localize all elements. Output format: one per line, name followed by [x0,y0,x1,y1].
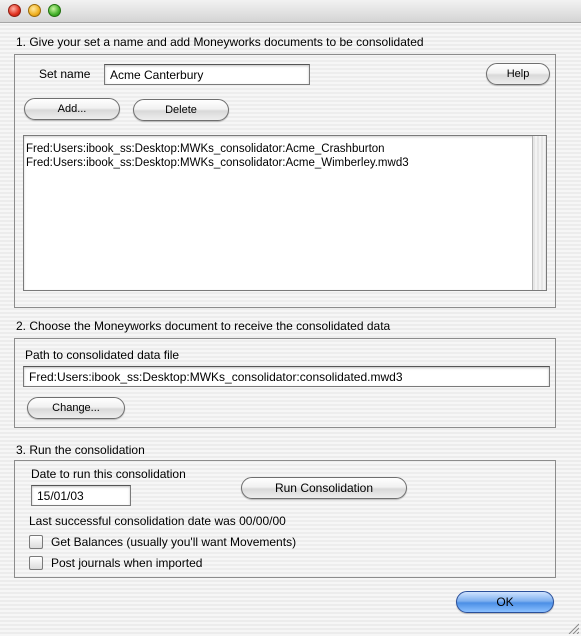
date-input[interactable] [31,485,131,506]
minimize-window-icon[interactable] [28,4,41,17]
path-input[interactable] [23,366,550,387]
add-document-button[interactable]: Add... [24,98,120,120]
get-balances-checkbox[interactable] [29,535,43,549]
title-bar [0,0,581,23]
set-name-input[interactable] [104,64,310,85]
post-journals-checkbox[interactable] [29,556,43,570]
post-journals-label: Post journals when imported [51,556,203,570]
help-button[interactable]: Help [486,63,550,85]
change-path-button[interactable]: Change... [27,397,125,419]
date-label: Date to run this consolidation [31,467,186,481]
ok-button[interactable]: OK [456,591,554,613]
run-consolidation-group: Date to run this consolidation Run Conso… [14,460,556,578]
close-window-icon[interactable] [8,4,21,17]
resize-grip-icon[interactable] [567,622,579,634]
get-balances-label: Get Balances (usually you'll want Moveme… [51,535,297,549]
section2-title: 2. Choose the Moneyworks document to rec… [16,319,391,333]
documents-group: Set name Help Add... Delete Fred:Users:i… [14,54,556,308]
section3-title: 3. Run the consolidation [16,443,145,457]
path-label: Path to consolidated data file [25,348,180,362]
get-balances-option[interactable]: Get Balances (usually you'll want Moveme… [29,535,296,549]
documents-list-rows: Fred:Users:ibook_ss:Desktop:MWKs_consoli… [26,142,530,170]
run-consolidation-button[interactable]: Run Consolidation [241,477,407,499]
list-item[interactable]: Fred:Users:ibook_ss:Desktop:MWKs_consoli… [26,142,530,156]
documents-list[interactable]: Fred:Users:ibook_ss:Desktop:MWKs_consoli… [23,135,547,291]
post-journals-option[interactable]: Post journals when imported [29,556,202,570]
section1-title: 1. Give your set a name and add Moneywor… [16,35,424,49]
zoom-window-icon[interactable] [48,4,61,17]
list-item[interactable]: Fred:Users:ibook_ss:Desktop:MWKs_consoli… [26,156,530,170]
last-success-text: Last successful consolidation date was 0… [29,514,286,528]
documents-list-scrollbar[interactable] [532,136,546,290]
target-document-group: Path to consolidated data file Change... [14,338,556,428]
set-name-label: Set name [39,67,91,81]
delete-document-button[interactable]: Delete [133,99,229,121]
